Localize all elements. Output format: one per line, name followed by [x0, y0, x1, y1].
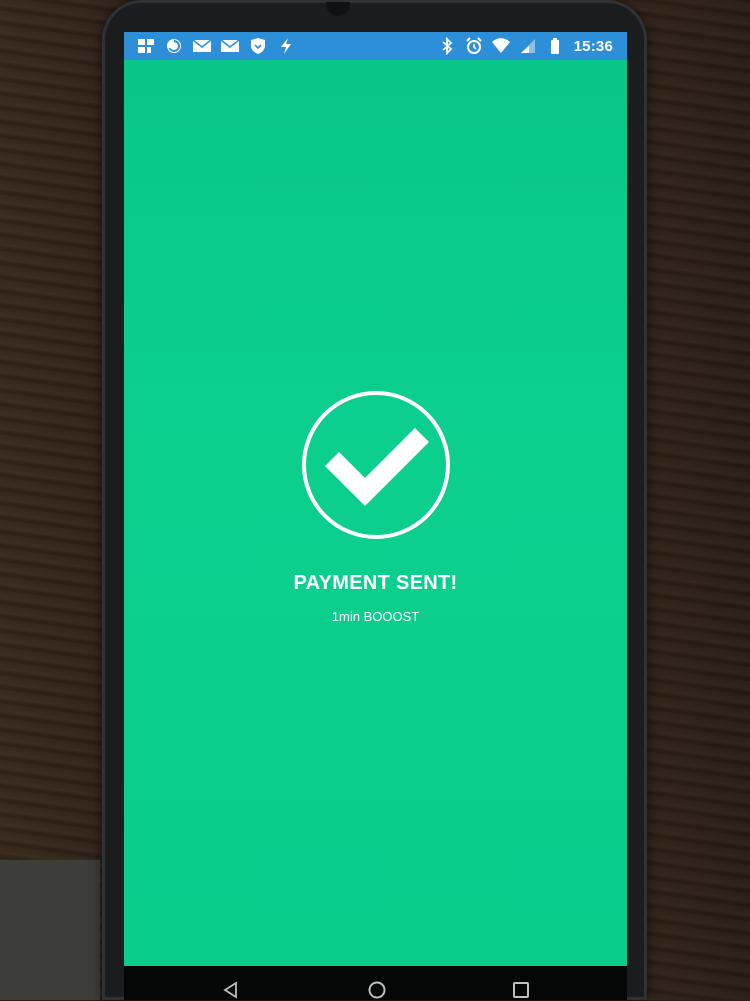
bluetooth-icon: [437, 37, 457, 55]
status-bar: 15:36: [124, 32, 627, 60]
app-grid-icon: [136, 37, 156, 55]
home-icon[interactable]: [366, 979, 388, 1001]
alarm-icon: [464, 37, 484, 55]
table-object: [0, 860, 100, 1000]
shield-icon: [248, 37, 268, 55]
status-time: 15:36: [573, 37, 613, 55]
payment-status-title: PAYMENT SENT!: [293, 572, 458, 594]
flash-icon: [276, 37, 296, 55]
battery-icon: [545, 37, 565, 55]
notification-icons: [136, 37, 296, 55]
signal-icon: [518, 37, 538, 55]
back-icon[interactable]: [220, 979, 242, 1001]
app-screen: 15:36 PAYMENT SENT! 1min BOOOST: [124, 32, 627, 966]
wifi-icon: [491, 37, 511, 55]
navigation-bar: [124, 966, 627, 1000]
phone-frame: 15:36 PAYMENT SENT! 1min BOOOST: [102, 0, 647, 1000]
check-circle-icon: [301, 391, 450, 539]
payment-description: 1min BOOOST: [331, 609, 420, 624]
front-camera: [326, 2, 350, 16]
system-icons: 15:36: [437, 37, 613, 55]
mail-icon: [192, 37, 212, 55]
mail-icon: [220, 37, 240, 55]
sync-icon: [164, 37, 184, 55]
recent-apps-icon[interactable]: [510, 979, 532, 1001]
payment-success-panel: PAYMENT SENT! 1min BOOOST: [124, 390, 627, 624]
